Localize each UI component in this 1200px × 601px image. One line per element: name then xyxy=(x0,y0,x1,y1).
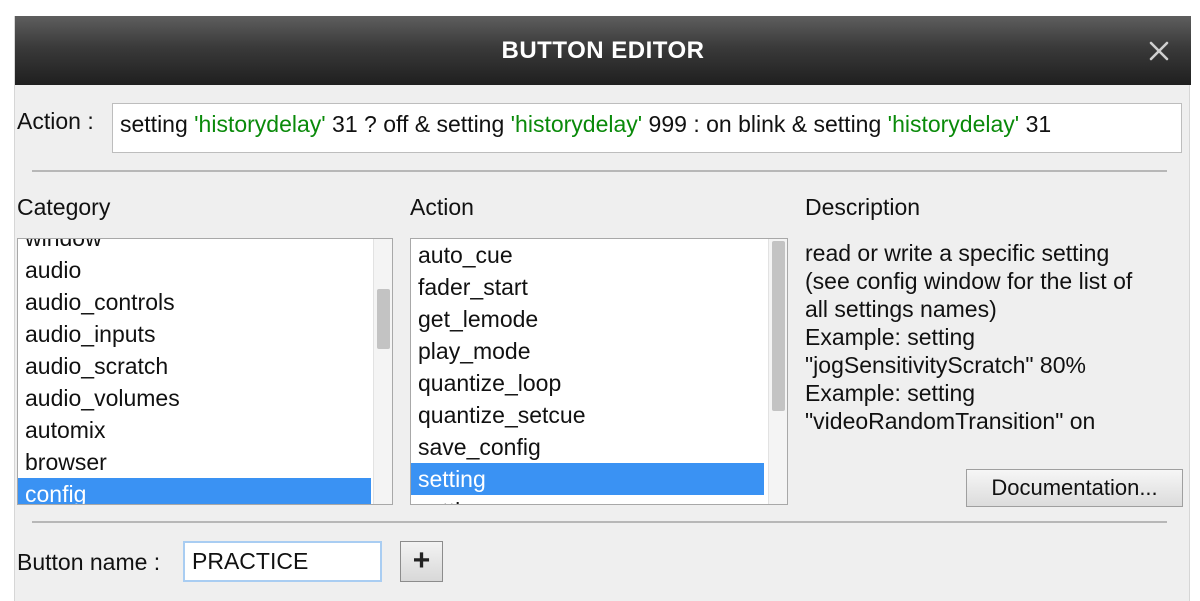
description-line: "videoRandomTransition" on xyxy=(805,408,1096,434)
title-bar[interactable]: BUTTON EDITOR xyxy=(15,16,1191,85)
divider-top xyxy=(32,170,1167,172)
action-script-part: 'historydelay' xyxy=(510,111,643,137)
action-script-part: 999 : on blink & setting xyxy=(642,111,888,137)
action-script-part: 31 ? off & setting xyxy=(325,111,511,137)
button-editor-window: BUTTON EDITOR Action : setting 'historyd… xyxy=(14,16,1191,601)
action-list[interactable]: auto_cue fader_start get_lemode play_mode qu… xyxy=(410,238,788,505)
category-item-audio[interactable]: audio xyxy=(18,254,371,286)
action-item-play-mode[interactable]: play_mode xyxy=(411,335,764,367)
category-scroll-thumb[interactable] xyxy=(377,289,390,349)
description-line: read or write a specific setting xyxy=(805,240,1110,266)
category-item-partial[interactable]: window xyxy=(18,239,373,254)
action-script-part: 31 xyxy=(1019,111,1052,137)
category-item-automix[interactable]: automix xyxy=(18,414,371,446)
action-scrollbar[interactable] xyxy=(768,239,787,504)
action-list-header: Action xyxy=(410,194,474,220)
action-item-get-lemode[interactable]: get_lemode xyxy=(411,303,764,335)
action-script-part: 'historydelay' xyxy=(887,111,1020,137)
window-title: BUTTON EDITOR xyxy=(501,37,705,64)
category-item-audio-scratch[interactable]: audio_scratch xyxy=(18,350,371,382)
category-item-audio-inputs[interactable]: audio_inputs xyxy=(18,318,371,350)
category-item-audio-volumes[interactable]: audio_volumes xyxy=(18,382,371,414)
description-line: all settings names) xyxy=(805,296,997,322)
description-text: read or write a specific setting (see con… xyxy=(805,239,1185,435)
action-item-save-config[interactable]: save_config xyxy=(411,431,764,463)
description-line: Example: setting xyxy=(805,324,976,350)
action-script-input[interactable]: setting 'historydelay' 31 ? off & settin… xyxy=(112,103,1182,153)
close-icon[interactable] xyxy=(1141,33,1177,69)
action-label: Action : xyxy=(17,108,94,134)
action-script-part: 'historydelay' xyxy=(194,111,326,137)
category-header: Category xyxy=(17,194,111,220)
category-item-config[interactable]: config xyxy=(18,478,371,504)
action-item-setting[interactable]: setting xyxy=(411,463,764,495)
action-item-quantize-setcue[interactable]: quantize_setcue xyxy=(411,399,764,431)
description-line: (see config window for the list of xyxy=(805,268,1133,294)
description-line: "jogSensitivityScratch" 80% xyxy=(805,352,1086,378)
documentation-button[interactable]: Documentation... xyxy=(966,469,1183,507)
action-scroll-thumb[interactable] xyxy=(772,241,785,411)
divider-bottom xyxy=(32,521,1167,523)
action-item-partial[interactable]: setting xyxy=(411,495,767,504)
button-name-label: Button name : xyxy=(17,549,161,575)
category-list[interactable]: window audio audio_controls audio_inputs au… xyxy=(17,238,393,505)
action-item-fader-start[interactable]: fader_start xyxy=(411,271,764,303)
add-button[interactable]: + xyxy=(400,541,443,582)
action-item-quantize-loop[interactable]: quantize_loop xyxy=(411,367,764,399)
category-item-audio-controls[interactable]: audio_controls xyxy=(18,286,371,318)
action-script-part: setting xyxy=(120,111,195,137)
description-line: Example: setting xyxy=(805,380,976,406)
action-item-auto-cue[interactable]: auto_cue xyxy=(411,239,764,271)
button-name-input[interactable]: PRACTICE xyxy=(183,541,382,582)
category-scrollbar[interactable] xyxy=(373,239,392,504)
description-header: Description xyxy=(805,194,921,220)
category-item-browser[interactable]: browser xyxy=(18,446,371,478)
